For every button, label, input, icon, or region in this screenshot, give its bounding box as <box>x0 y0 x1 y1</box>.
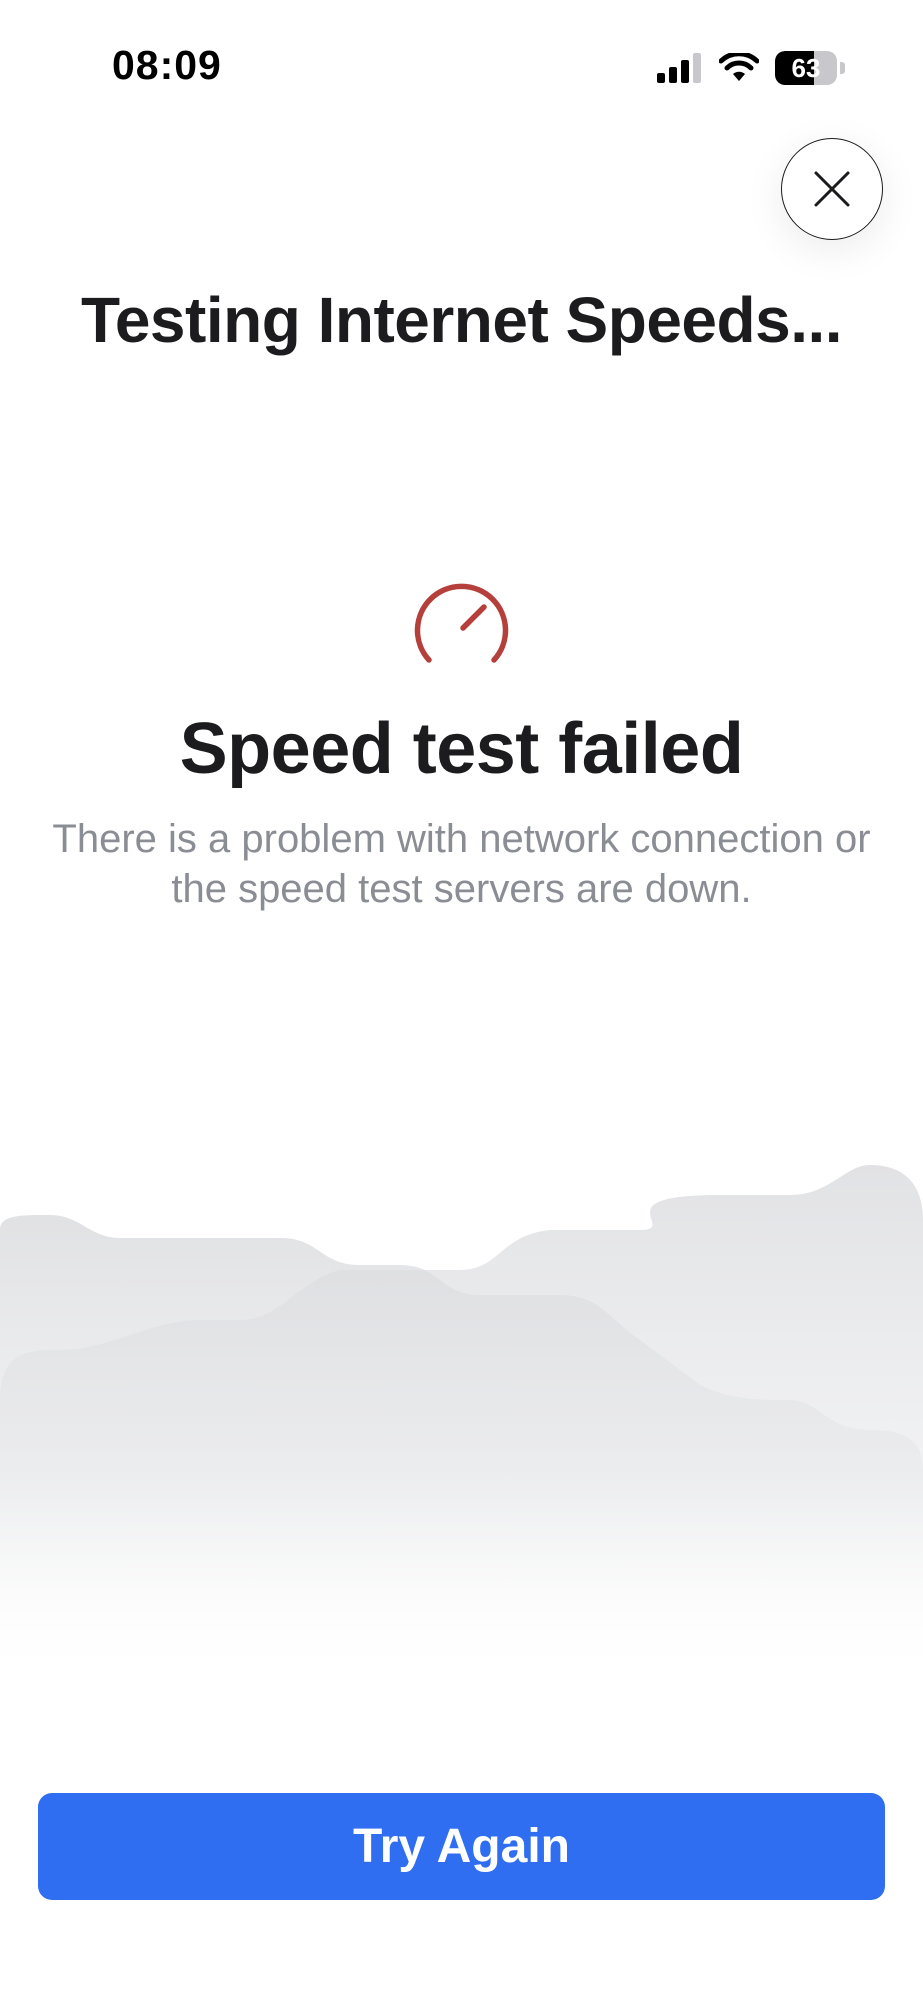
page-title: Testing Internet Speeds... <box>80 284 843 356</box>
battery-icon: 63 <box>775 51 837 85</box>
signal-icon <box>657 53 701 83</box>
speedometer-icon <box>414 583 509 663</box>
close-button[interactable] <box>781 138 883 240</box>
error-title: Speed test failed <box>179 709 744 789</box>
status-time: 08:09 <box>112 42 222 88</box>
battery-percent: 63 <box>791 52 821 83</box>
try-again-button[interactable]: Try Again <box>38 1793 885 1900</box>
error-message: There is a problem with network connecti… <box>52 817 871 911</box>
background-graph <box>0 1165 923 1680</box>
battery-nub <box>840 62 845 74</box>
status-icons: 63 <box>657 50 845 86</box>
close-icon <box>814 171 850 207</box>
status-bar: 08:09 63 <box>0 0 923 135</box>
wifi-icon <box>719 53 759 81</box>
